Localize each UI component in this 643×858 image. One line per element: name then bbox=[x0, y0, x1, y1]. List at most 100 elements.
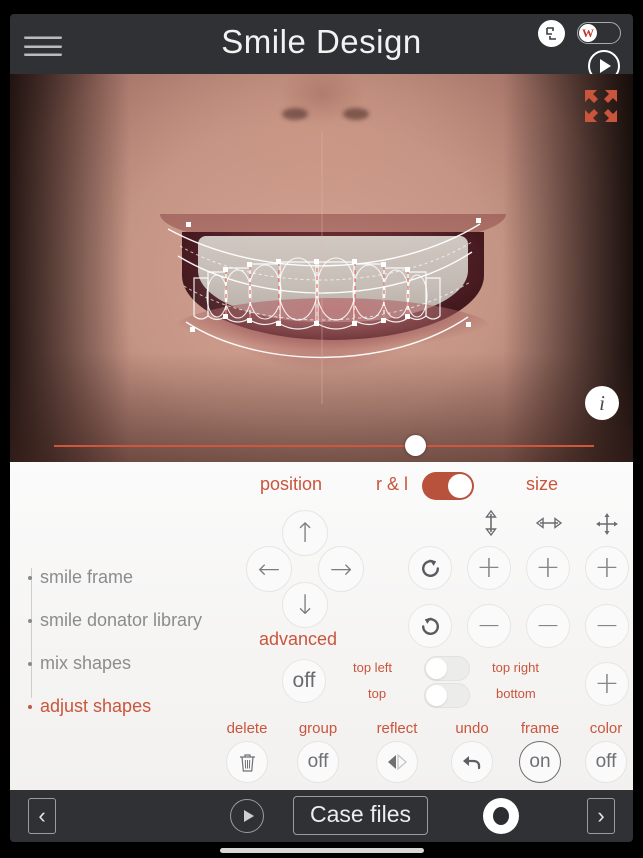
smile-design-overlay[interactable] bbox=[10, 74, 633, 462]
screen-rotate-icon[interactable] bbox=[538, 20, 565, 47]
delete-button[interactable] bbox=[226, 741, 268, 783]
arrow-down-icon: ↓ bbox=[293, 589, 317, 621]
collapse-arrows-icon[interactable] bbox=[581, 86, 621, 126]
patient-photo-viewport[interactable]: i bbox=[10, 74, 633, 462]
rl-toggle[interactable] bbox=[422, 472, 474, 500]
uniform-resize-glyph bbox=[596, 513, 618, 535]
group-action[interactable]: group off bbox=[284, 720, 352, 783]
vertical-increase-button[interactable]: + bbox=[467, 546, 511, 590]
sidebar-item-adjust-shapes[interactable]: adjust shapes bbox=[22, 685, 232, 728]
bullet-icon bbox=[28, 618, 32, 623]
w-toggle[interactable]: W bbox=[577, 22, 621, 44]
undo-label: undo bbox=[455, 720, 489, 737]
uniform-resize-icon bbox=[594, 512, 620, 541]
opacity-slider-handle[interactable] bbox=[405, 435, 426, 456]
trash-icon bbox=[239, 753, 255, 772]
rotate-clockwise-button[interactable] bbox=[408, 546, 452, 590]
sidebar-item-label: smile donator library bbox=[40, 610, 203, 630]
minus-icon: − bbox=[476, 608, 502, 643]
play-triangle bbox=[600, 59, 611, 73]
rotate-counterclockwise-icon bbox=[421, 616, 439, 635]
plus-icon: + bbox=[594, 666, 620, 701]
top-bottom-toggle[interactable] bbox=[424, 683, 470, 708]
bullet-icon bbox=[28, 704, 32, 709]
record-icon[interactable] bbox=[483, 798, 519, 834]
color-button[interactable]: off bbox=[585, 741, 627, 783]
color-action[interactable]: color off bbox=[572, 720, 640, 783]
sidebar-item-label: mix shapes bbox=[40, 653, 132, 673]
screen-rotate-glyph bbox=[546, 27, 556, 40]
group-label: group bbox=[298, 720, 338, 737]
next-button[interactable]: › bbox=[587, 798, 615, 834]
uniform-decrease-button[interactable]: − bbox=[585, 604, 629, 648]
bottom-label: bottom bbox=[496, 686, 536, 701]
delete-action[interactable]: delete bbox=[213, 720, 281, 783]
bottom-bar: ‹ Case files › bbox=[10, 790, 633, 842]
horizontal-increase-button[interactable]: + bbox=[526, 546, 570, 590]
horizontal-resize-icon bbox=[535, 512, 563, 539]
rl-label: r & l bbox=[376, 474, 409, 494]
advanced-label: advanced bbox=[259, 629, 338, 649]
arrow-up-icon: ↑ bbox=[293, 517, 317, 549]
home-indicator bbox=[219, 848, 424, 853]
move-down-button[interactable]: ↓ bbox=[282, 582, 328, 628]
undo-button[interactable] bbox=[451, 741, 493, 783]
bullet-icon bbox=[28, 575, 32, 580]
uniform-increase-button[interactable]: + bbox=[585, 546, 629, 590]
top-bar: Smile Design W bbox=[10, 14, 633, 82]
top-right-label: top right bbox=[492, 660, 539, 675]
play-outline-icon[interactable] bbox=[230, 799, 264, 833]
control-panel: position r & l size smile frame smile do… bbox=[10, 462, 633, 794]
record-inner bbox=[493, 807, 509, 825]
case-files-button[interactable]: Case files bbox=[293, 796, 428, 835]
position-label: position bbox=[260, 474, 323, 494]
move-up-button[interactable]: ↑ bbox=[282, 510, 328, 556]
prev-button[interactable]: ‹ bbox=[28, 798, 56, 834]
frame-action[interactable]: frame on bbox=[506, 720, 574, 783]
rl-toggle-knob bbox=[448, 474, 472, 498]
sidebar-nav: smile frame smile donator library mix sh… bbox=[22, 556, 232, 728]
vertical-resize-glyph bbox=[485, 509, 497, 537]
toggle-knob bbox=[426, 685, 447, 706]
arrow-right-icon: → bbox=[329, 553, 353, 585]
undo-arrow-icon bbox=[463, 756, 481, 770]
reflect-action[interactable]: reflect bbox=[363, 720, 431, 783]
horizontal-resize-glyph bbox=[535, 517, 563, 529]
bullet-icon bbox=[28, 661, 32, 666]
info-icon[interactable]: i bbox=[585, 386, 619, 420]
sidebar-item-smile-frame[interactable]: smile frame bbox=[22, 556, 232, 599]
sidebar-item-label: smile frame bbox=[40, 567, 134, 587]
vertical-resize-icon bbox=[478, 509, 504, 541]
top-left-right-toggle[interactable] bbox=[424, 656, 470, 681]
sidebar-item-mix-shapes[interactable]: mix shapes bbox=[22, 642, 232, 685]
rotate-counterclockwise-button[interactable] bbox=[408, 604, 452, 648]
opacity-slider-track[interactable] bbox=[54, 445, 594, 447]
plus-icon: + bbox=[476, 550, 502, 585]
sidebar-item-label: adjust shapes bbox=[40, 696, 152, 716]
plus-icon: + bbox=[594, 550, 620, 585]
minus-icon: − bbox=[535, 608, 561, 643]
frame-label: frame bbox=[520, 720, 560, 737]
horizontal-decrease-button[interactable]: − bbox=[526, 604, 570, 648]
size-label: size bbox=[526, 474, 559, 494]
reflect-button[interactable] bbox=[376, 741, 418, 783]
top-left-label: top left bbox=[353, 660, 393, 675]
toggle-knob bbox=[426, 658, 447, 679]
sidebar-item-smile-donator-library[interactable]: smile donator library bbox=[22, 599, 232, 642]
color-label: color bbox=[589, 720, 623, 737]
collapse-arrows-glyph bbox=[585, 90, 617, 122]
w-toggle-label: W bbox=[579, 24, 597, 42]
advanced-toggle-button[interactable]: off bbox=[282, 659, 326, 703]
vertical-decrease-button[interactable]: − bbox=[467, 604, 511, 648]
rotate-clockwise-icon bbox=[421, 558, 439, 577]
move-right-button[interactable]: → bbox=[318, 546, 364, 592]
undo-action[interactable]: undo bbox=[438, 720, 506, 783]
minus-icon: − bbox=[594, 608, 620, 643]
play-triangle bbox=[243, 810, 254, 822]
reflect-label: reflect bbox=[376, 720, 418, 737]
frame-button[interactable]: on bbox=[519, 741, 561, 783]
group-button[interactable]: off bbox=[297, 741, 339, 783]
advanced-uniform-button[interactable]: + bbox=[585, 662, 629, 706]
plus-icon: + bbox=[535, 550, 561, 585]
move-left-button[interactable]: ← bbox=[246, 546, 292, 592]
